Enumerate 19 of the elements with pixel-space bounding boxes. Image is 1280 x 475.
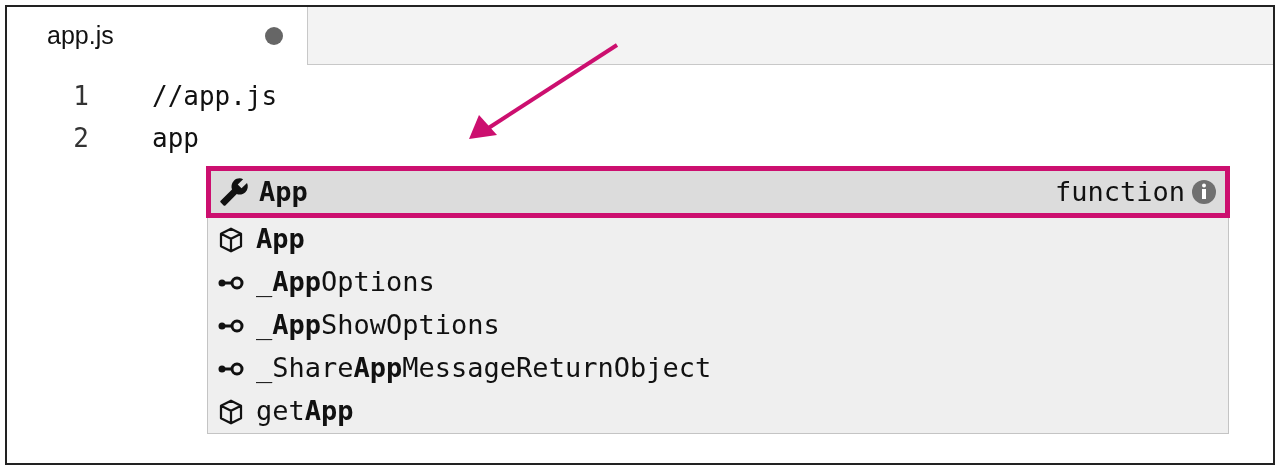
line-number: 2 — [72, 121, 90, 155]
suggestion-label: getApp — [256, 394, 354, 429]
suggestion-item[interactable]: _AppOptions — [208, 261, 1228, 304]
wrench-icon — [219, 177, 249, 207]
suggestion-label: _ShareAppMessageReturnObject — [256, 351, 712, 386]
code-line: //app.js — [152, 79, 278, 113]
line-number: 1 — [72, 79, 90, 113]
suggestion-item[interactable]: App — [208, 218, 1228, 261]
suggestion-item[interactable]: App function — [206, 166, 1230, 218]
suggestion-item[interactable]: getApp — [208, 390, 1228, 433]
suggestion-detail: function — [1054, 174, 1185, 209]
info-icon[interactable] — [1191, 179, 1217, 205]
suggestion-item[interactable]: _AppShowOptions — [208, 304, 1228, 347]
suggestion-label: _AppOptions — [256, 265, 435, 300]
suggestion-item[interactable]: _ShareAppMessageReturnObject — [208, 347, 1228, 390]
suggestion-label: _AppShowOptions — [256, 308, 500, 343]
code-line: app — [152, 121, 199, 155]
suggestion-label: App — [256, 222, 305, 257]
suggestion-label: App — [259, 174, 308, 209]
